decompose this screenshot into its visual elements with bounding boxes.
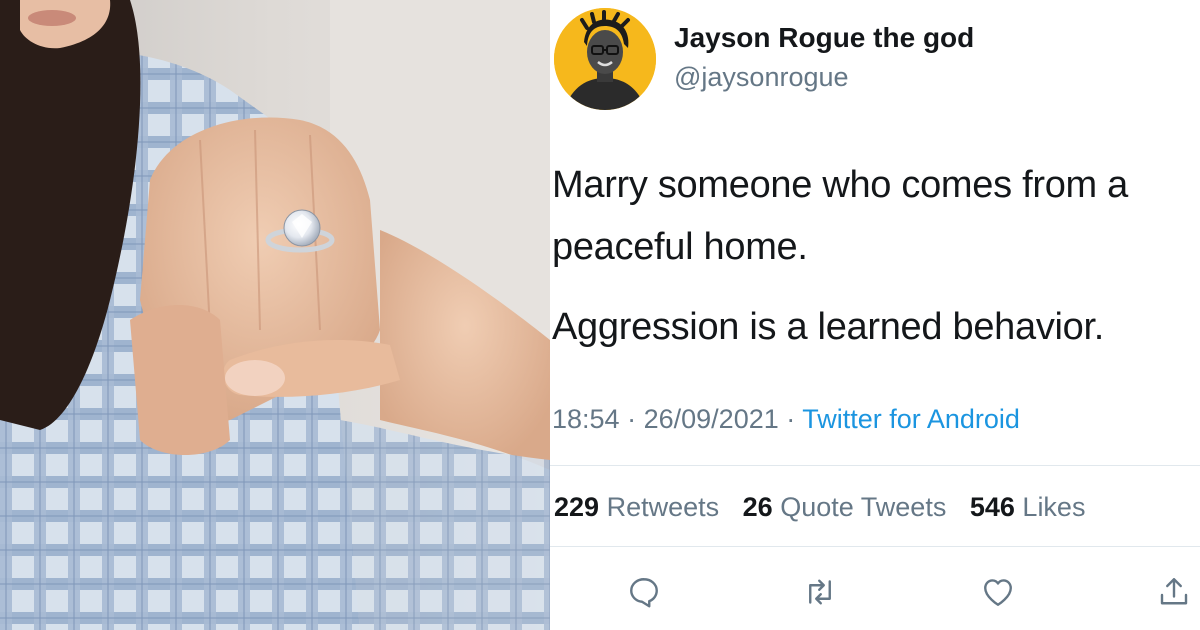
tweet-date[interactable]: 26/09/2021 (644, 404, 779, 434)
likes-stat[interactable]: 546 Likes (970, 492, 1086, 522)
meta-separator: · (786, 404, 796, 434)
reply-button[interactable] (624, 572, 664, 612)
tweet-text-line-3: Aggression is a learned behavior. (552, 306, 1105, 348)
avatar[interactable] (554, 8, 656, 110)
retweets-stat[interactable]: 229 Retweets (554, 492, 719, 522)
likes-count: 546 (969, 492, 1015, 522)
quotes-count: 26 (742, 492, 773, 522)
divider (550, 465, 1200, 466)
tweet-text-line-1: Marry someone who comes from a (552, 164, 1128, 206)
reply-icon (630, 578, 658, 608)
retweet-button[interactable] (800, 572, 840, 612)
quotes-label: Quote Tweets (780, 492, 947, 522)
tweet-stats: 229 Retweets 26 Quote Tweets 546 Likes (554, 492, 1101, 523)
share-icon (1160, 578, 1188, 605)
retweets-count: 229 (554, 492, 600, 522)
share-button[interactable] (1154, 572, 1194, 612)
likes-label: Likes (1022, 492, 1086, 522)
divider (550, 546, 1200, 547)
display-name[interactable]: Jayson Rogue the god (674, 22, 974, 54)
meta-separator: · (627, 404, 637, 434)
like-button[interactable] (978, 572, 1018, 612)
retweet-icon (809, 579, 831, 605)
tweet-card: Jayson Rogue the god @jaysonrogue Marry … (550, 0, 1200, 630)
engagement-ring-photo (0, 0, 550, 630)
tweet-meta: 18:54 · 26/09/2021 · Twitter for Android (552, 404, 1020, 435)
like-icon (984, 579, 1012, 606)
tweet-source-link[interactable]: Twitter for Android (802, 404, 1020, 434)
tweet-time[interactable]: 18:54 (552, 404, 620, 434)
tweet-text-line-2: peaceful home. (552, 226, 808, 268)
retweets-label: Retweets (606, 492, 720, 522)
user-handle[interactable]: @jaysonrogue (674, 62, 849, 93)
quote-tweets-stat[interactable]: 26 Quote Tweets (743, 492, 947, 522)
